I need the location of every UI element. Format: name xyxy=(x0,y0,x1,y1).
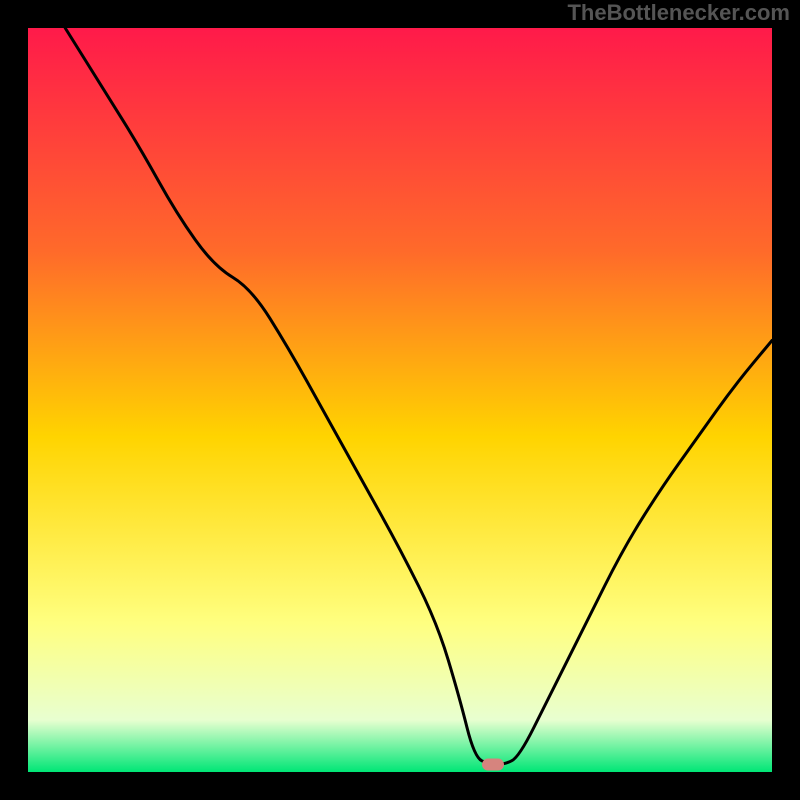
chart-svg: TheBottlenecker.com xyxy=(0,0,800,800)
bottleneck-chart: TheBottlenecker.com xyxy=(0,0,800,800)
chart-plot-background xyxy=(28,28,772,772)
attribution-label: TheBottlenecker.com xyxy=(567,0,790,25)
optimal-point-marker xyxy=(482,759,504,771)
